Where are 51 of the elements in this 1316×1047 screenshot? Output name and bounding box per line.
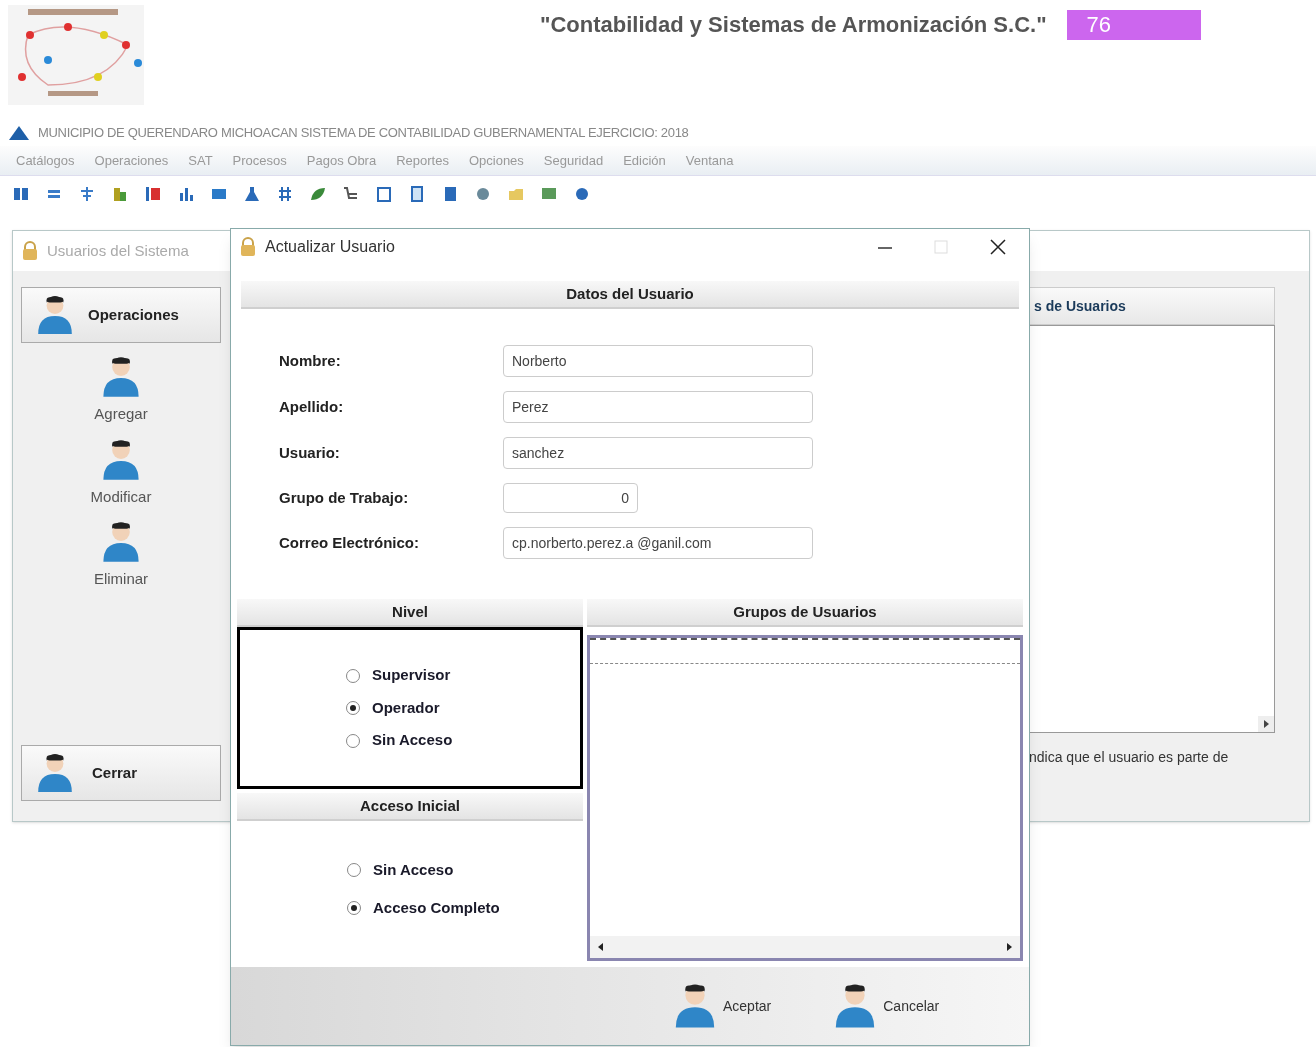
radio-button[interactable]	[347, 901, 361, 916]
leaf-icon[interactable]	[309, 185, 327, 203]
action-button[interactable]: Eliminar	[93, 520, 149, 591]
input-field[interactable]: sanchez	[503, 437, 813, 469]
field-label: Usuario:	[279, 442, 341, 463]
field-label: Apellido:	[279, 396, 345, 417]
radio-label: Sin Acceso	[372, 730, 453, 751]
radio-label: Supervisor	[372, 665, 451, 686]
section-header: Datos del Usuario	[241, 281, 1019, 309]
triangle-icon	[8, 125, 30, 141]
radio-button[interactable]	[346, 668, 360, 683]
radio-label: Sin Acceso	[373, 859, 454, 880]
field-label: Correo Electrónico:	[279, 532, 421, 553]
section-header: Grupos de Usuarios	[587, 599, 1023, 627]
input-field[interactable]: cp.norberto.perez.a @ganil.com	[503, 527, 813, 559]
field-label: Grupo de Trabajo:	[279, 487, 410, 508]
building-icon[interactable]	[111, 185, 129, 203]
close-icon[interactable]	[989, 238, 1007, 256]
input-field[interactable]: Perez	[503, 391, 813, 423]
calendar-icon[interactable]	[375, 185, 393, 203]
radio-label: Operador	[372, 697, 440, 718]
input-field[interactable]: Norberto	[503, 345, 813, 377]
grid-icon[interactable]	[12, 185, 30, 203]
lock-icon	[239, 237, 257, 257]
close-action-button[interactable]: Cerrar	[21, 745, 221, 801]
note-text: ndica que el usuario es parte de	[1029, 748, 1230, 767]
dialog-button[interactable]: Cancelar	[831, 982, 940, 1030]
dialog-title: Actualizar Usuario	[265, 237, 395, 257]
section-header: Acceso Inicial	[237, 793, 583, 821]
sidebar-title: Operaciones	[88, 304, 179, 325]
field-label: Nombre:	[279, 350, 342, 371]
number-field[interactable]: 0	[503, 483, 638, 513]
chart-icon[interactable]	[177, 185, 195, 203]
window-title: Usuarios del Sistema	[47, 240, 189, 261]
lock-icon	[21, 241, 39, 261]
action-button[interactable]: Agregar	[94, 355, 148, 426]
radio-label: Acceso Completo	[373, 898, 500, 918]
scroll-right-icon[interactable]	[1258, 716, 1274, 732]
panel-header: s de Usuarios	[1029, 287, 1275, 325]
app-title: MUNICIPIO DE QUERENDARO MICHOACAN SISTEMA DE CONTABILIDAD GUBERNAMENTAL EJERCICIO: 2018	[38, 124, 689, 143]
radio-button[interactable]	[346, 733, 360, 748]
company-name: "Contabilidad y Sistemas de Armonización S.C."	[540, 11, 1047, 39]
radio-button[interactable]	[347, 862, 361, 877]
radio-button[interactable]	[346, 701, 360, 715]
tree-icon[interactable]	[78, 185, 96, 203]
money-icon[interactable]	[144, 185, 162, 203]
page-number: 76	[1066, 9, 1201, 40]
section-header: Nivel	[237, 599, 583, 627]
dialog-button[interactable]: Aceptar	[671, 982, 772, 1030]
action-button[interactable]: Modificar	[90, 437, 152, 508]
document-icon[interactable]	[408, 185, 426, 203]
